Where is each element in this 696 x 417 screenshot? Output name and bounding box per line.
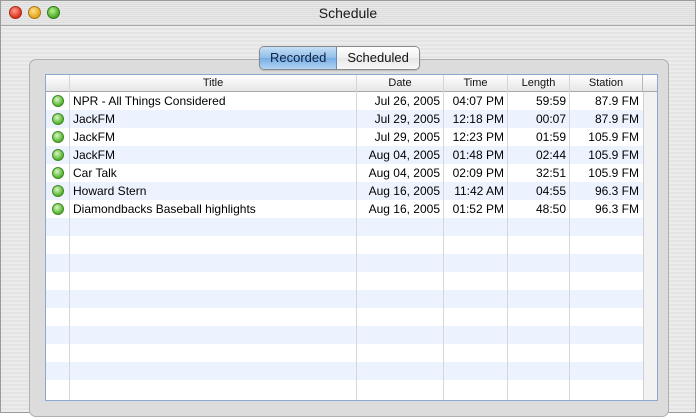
table-row[interactable]: JackFM Jul 29, 2005 12:23 PM 01:59 105.9 FM [46, 128, 643, 146]
cell-length: 01:59 [535, 130, 566, 144]
segmented-tabs: Recorded Scheduled [259, 46, 420, 70]
cell-date: Aug 04, 2005 [368, 166, 440, 180]
cell-station: 87.9 FM [594, 94, 639, 108]
recorded-status-icon [52, 203, 64, 215]
window-title: Schedule [318, 5, 378, 21]
cell-station: 105.9 FM [588, 148, 639, 162]
recorded-status-icon [52, 95, 64, 107]
column-divider [507, 75, 508, 400]
cell-time: 01:52 PM [452, 202, 504, 216]
cell-date: Aug 04, 2005 [368, 148, 440, 162]
column-divider [443, 75, 444, 400]
column-header-status[interactable] [46, 75, 70, 91]
cell-length: 48:50 [535, 202, 566, 216]
cell-station: 96.3 FM [594, 202, 639, 216]
window-content: Recorded Scheduled Title Date Time Lengt… [1, 26, 695, 417]
cell-title: Diamondbacks Baseball highlights [73, 202, 256, 216]
empty-row [46, 290, 643, 308]
empty-row [46, 218, 643, 236]
recordings-table: Title Date Time Length Station NPR - All… [45, 74, 658, 401]
cell-date: Jul 26, 2005 [374, 94, 440, 108]
cell-title: Car Talk [73, 166, 117, 180]
tab-recorded[interactable]: Recorded [260, 47, 338, 69]
empty-row [46, 236, 643, 254]
cell-time: 12:18 PM [452, 112, 504, 126]
table-row[interactable]: NPR - All Things Considered Jul 26, 2005 0… [46, 92, 643, 110]
cell-title: JackFM [73, 112, 115, 126]
cell-title: JackFM [73, 130, 115, 144]
cell-title: JackFM [73, 148, 115, 162]
cell-time: 01:48 PM [452, 148, 504, 162]
recorded-status-icon [52, 113, 64, 125]
cell-date: Jul 29, 2005 [374, 112, 440, 126]
cell-title: NPR - All Things Considered [73, 94, 226, 108]
column-divider [356, 75, 357, 400]
cell-date: Jul 29, 2005 [374, 130, 440, 144]
table-body: NPR - All Things Considered Jul 26, 2005 0… [46, 92, 643, 400]
recorded-status-icon [52, 185, 64, 197]
table-header: Title Date Time Length Station [46, 75, 657, 92]
cell-time: 12:23 PM [452, 130, 504, 144]
cell-station: 105.9 FM [588, 166, 639, 180]
title-bar[interactable]: Schedule [1, 1, 695, 26]
table-row[interactable]: JackFM Jul 29, 2005 12:18 PM 00:07 87.9 FM [46, 110, 643, 128]
empty-row [46, 254, 643, 272]
cell-length: 00:07 [535, 112, 566, 126]
recorded-status-icon [52, 131, 64, 143]
recorded-status-icon [52, 167, 64, 179]
recorded-status-icon [52, 149, 64, 161]
cell-time: 04:07 PM [452, 94, 504, 108]
table-row[interactable]: Car Talk Aug 04, 2005 02:09 PM 32:51 105.9 F… [46, 164, 643, 182]
cell-length: 02:44 [535, 148, 566, 162]
column-header-time[interactable]: Time [444, 75, 508, 91]
scrollbar[interactable] [643, 92, 657, 400]
empty-row [46, 326, 643, 344]
column-header-corner [643, 75, 657, 91]
column-header-length[interactable]: Length [508, 75, 570, 91]
cell-length: 59:59 [535, 94, 566, 108]
cell-time: 02:09 PM [452, 166, 504, 180]
cell-length: 04:55 [535, 184, 566, 198]
schedule-window: Schedule Recorded Scheduled Title Date T… [0, 0, 696, 417]
empty-row [46, 344, 643, 362]
tab-scheduled[interactable]: Scheduled [337, 47, 419, 69]
cell-date: Aug 16, 2005 [368, 202, 440, 216]
empty-row [46, 362, 643, 380]
cell-title: Howard Stern [73, 184, 147, 198]
table-row[interactable]: Howard Stern Aug 16, 2005 11:42 AM 04:55 96.… [46, 182, 643, 200]
column-header-station[interactable]: Station [570, 75, 643, 91]
cell-date: Aug 16, 2005 [368, 184, 440, 198]
table-row[interactable]: JackFM Aug 04, 2005 01:48 PM 02:44 105.9 FM [46, 146, 643, 164]
empty-row [46, 308, 643, 326]
table-row[interactable]: Diamondbacks Baseball highlights Aug 16, … [46, 200, 643, 218]
cell-time: 11:42 AM [454, 184, 504, 198]
cell-station: 105.9 FM [588, 130, 639, 144]
column-divider [69, 75, 70, 400]
column-divider [569, 75, 570, 400]
column-header-title[interactable]: Title [70, 75, 357, 91]
column-header-date[interactable]: Date [357, 75, 444, 91]
cell-length: 32:51 [535, 166, 566, 180]
cell-station: 96.3 FM [594, 184, 639, 198]
cell-station: 87.9 FM [594, 112, 639, 126]
empty-row [46, 380, 643, 398]
empty-row [46, 272, 643, 290]
